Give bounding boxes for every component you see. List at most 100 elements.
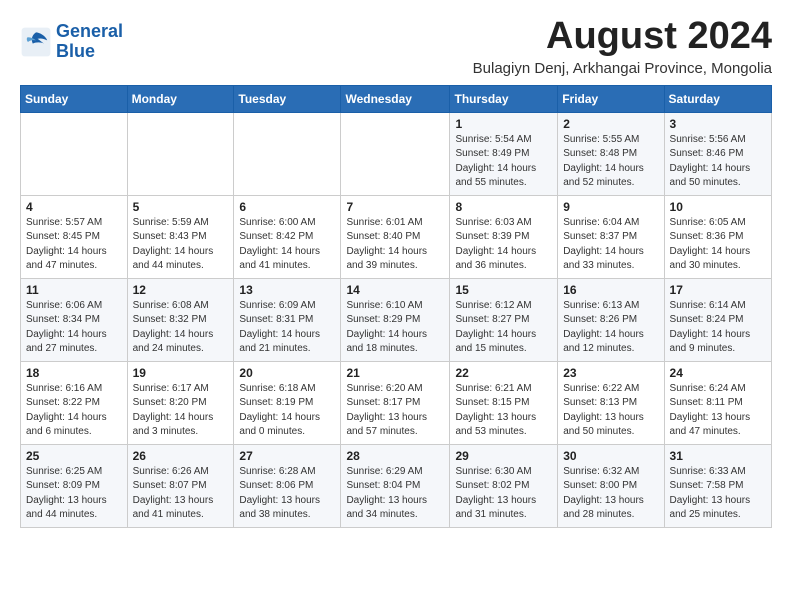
day-number: 25: [26, 449, 122, 463]
day-number: 1: [455, 117, 552, 131]
day-info: Sunrise: 6:30 AM Sunset: 8:02 PM Dayligh…: [455, 465, 552, 523]
day-info: Sunrise: 5:56 AM Sunset: 8:46 PM Dayligh…: [670, 133, 766, 191]
day-number: 6: [239, 200, 335, 214]
day-info: Sunrise: 5:55 AM Sunset: 8:48 PM Dayligh…: [563, 133, 658, 191]
calendar-cell: 14Sunrise: 6:10 AM Sunset: 8:29 PM Dayli…: [341, 278, 450, 361]
day-info: Sunrise: 5:59 AM Sunset: 8:43 PM Dayligh…: [133, 216, 229, 274]
day-number: 11: [26, 283, 122, 297]
calendar-cell: 19Sunrise: 6:17 AM Sunset: 8:20 PM Dayli…: [127, 361, 234, 444]
col-thursday: Thursday: [450, 85, 558, 112]
day-info: Sunrise: 6:16 AM Sunset: 8:22 PM Dayligh…: [26, 382, 122, 440]
week-row-4: 18 Sunrise: 6:16 AM Sunset: 8:22 PM Dayli…: [21, 361, 772, 444]
day-info: Sunrise: 6:26 AM Sunset: 8:07 PM Dayligh…: [133, 465, 229, 523]
week-row-1: 1Sunrise: 5:54 AM Sunset: 8:49 PM Daylig…: [21, 112, 772, 195]
day-number: 18: [26, 366, 122, 380]
logo-text-line2: Blue: [56, 42, 123, 62]
day-number: 28: [346, 449, 444, 463]
day-number: 24: [670, 366, 766, 380]
day-number: 3: [670, 117, 766, 131]
day-number: 8: [455, 200, 552, 214]
day-info: Sunrise: 6:24 AM Sunset: 8:11 PM Dayligh…: [670, 382, 766, 440]
day-number: 7: [346, 200, 444, 214]
day-number: 12: [133, 283, 229, 297]
day-number: 22: [455, 366, 552, 380]
calendar-table: Sunday Monday Tuesday Wednesday Thursday…: [20, 85, 772, 528]
day-number: 19: [133, 366, 229, 380]
calendar-cell: [234, 112, 341, 195]
col-saturday: Saturday: [664, 85, 771, 112]
day-number: 30: [563, 449, 658, 463]
day-number: 21: [346, 366, 444, 380]
day-info: Sunrise: 6:18 AM Sunset: 8:19 PM Dayligh…: [239, 382, 335, 440]
calendar-cell: 20 Sunrise: 6:18 AM Sunset: 8:19 PM Dayli…: [234, 361, 341, 444]
day-info: Sunrise: 6:04 AM Sunset: 8:37 PM Dayligh…: [563, 216, 658, 274]
day-number: 15: [455, 283, 552, 297]
day-number: 29: [455, 449, 552, 463]
day-info: Sunrise: 6:00 AM Sunset: 8:42 PM Dayligh…: [239, 216, 335, 274]
week-row-3: 11 Sunrise: 6:06 AM Sunset: 8:34 PM Dayli…: [21, 278, 772, 361]
day-info: Sunrise: 6:06 AM Sunset: 8:34 PM Dayligh…: [26, 299, 122, 357]
calendar-cell: 31 Sunrise: 6:33 AM Sunset: 7:58 PM Dayli…: [664, 444, 771, 527]
calendar-cell: 13Sunrise: 6:09 AM Sunset: 8:31 PM Dayli…: [234, 278, 341, 361]
day-info: Sunrise: 6:29 AM Sunset: 8:04 PM Dayligh…: [346, 465, 444, 523]
day-info: Sunrise: 6:13 AM Sunset: 8:26 PM Dayligh…: [563, 299, 658, 357]
calendar-cell: 25 Sunrise: 6:25 AM Sunset: 8:09 PM Dayli…: [21, 444, 128, 527]
title-block: August 2024 Bulagiyn Denj, Arkhangai Pro…: [473, 16, 772, 77]
calendar-cell: [341, 112, 450, 195]
location-subtitle: Bulagiyn Denj, Arkhangai Province, Mongo…: [473, 60, 772, 77]
day-info: Sunrise: 6:10 AM Sunset: 8:29 PM Dayligh…: [346, 299, 444, 357]
calendar-cell: 30 Sunrise: 6:32 AM Sunset: 8:00 PM Dayli…: [558, 444, 664, 527]
day-info: Sunrise: 5:57 AM Sunset: 8:45 PM Dayligh…: [26, 216, 122, 274]
calendar-cell: 26 Sunrise: 6:26 AM Sunset: 8:07 PM Dayli…: [127, 444, 234, 527]
calendar-cell: 12 Sunrise: 6:08 AM Sunset: 8:32 PM Dayli…: [127, 278, 234, 361]
day-info: Sunrise: 6:32 AM Sunset: 8:00 PM Dayligh…: [563, 465, 658, 523]
day-number: 31: [670, 449, 766, 463]
day-info: Sunrise: 6:28 AM Sunset: 8:06 PM Dayligh…: [239, 465, 335, 523]
calendar-cell: 28 Sunrise: 6:29 AM Sunset: 8:04 PM Dayli…: [341, 444, 450, 527]
calendar-cell: 17 Sunrise: 6:14 AM Sunset: 8:24 PM Dayli…: [664, 278, 771, 361]
generalblue-logo-icon: [20, 26, 52, 58]
calendar-cell: 5 Sunrise: 5:59 AM Sunset: 8:43 PM Daylig…: [127, 195, 234, 278]
day-info: Sunrise: 6:01 AM Sunset: 8:40 PM Dayligh…: [346, 216, 444, 274]
day-number: 5: [133, 200, 229, 214]
calendar-cell: 8 Sunrise: 6:03 AM Sunset: 8:39 PM Daylig…: [450, 195, 558, 278]
col-friday: Friday: [558, 85, 664, 112]
calendar-cell: 3 Sunrise: 5:56 AM Sunset: 8:46 PM Daylig…: [664, 112, 771, 195]
day-number: 17: [670, 283, 766, 297]
col-sunday: Sunday: [21, 85, 128, 112]
day-number: 4: [26, 200, 122, 214]
calendar-cell: 23 Sunrise: 6:22 AM Sunset: 8:13 PM Dayli…: [558, 361, 664, 444]
week-row-5: 25 Sunrise: 6:25 AM Sunset: 8:09 PM Dayli…: [21, 444, 772, 527]
calendar-cell: 6 Sunrise: 6:00 AM Sunset: 8:42 PM Daylig…: [234, 195, 341, 278]
week-row-2: 4 Sunrise: 5:57 AM Sunset: 8:45 PM Daylig…: [21, 195, 772, 278]
day-info: Sunrise: 6:25 AM Sunset: 8:09 PM Dayligh…: [26, 465, 122, 523]
day-number: 27: [239, 449, 335, 463]
day-info: Sunrise: 6:05 AM Sunset: 8:36 PM Dayligh…: [670, 216, 766, 274]
page-header: General Blue August 2024 Bulagiyn Denj, …: [20, 16, 772, 77]
day-info: Sunrise: 6:22 AM Sunset: 8:13 PM Dayligh…: [563, 382, 658, 440]
col-tuesday: Tuesday: [234, 85, 341, 112]
logo-text-line1: General: [56, 22, 123, 42]
calendar-cell: 7 Sunrise: 6:01 AM Sunset: 8:40 PM Daylig…: [341, 195, 450, 278]
day-number: 16: [563, 283, 658, 297]
calendar-cell: 11 Sunrise: 6:06 AM Sunset: 8:34 PM Dayli…: [21, 278, 128, 361]
calendar-header-row: Sunday Monday Tuesday Wednesday Thursday…: [21, 85, 772, 112]
calendar-cell: [127, 112, 234, 195]
calendar-cell: 16 Sunrise: 6:13 AM Sunset: 8:26 PM Dayli…: [558, 278, 664, 361]
day-number: 26: [133, 449, 229, 463]
day-number: 23: [563, 366, 658, 380]
calendar-cell: 10 Sunrise: 6:05 AM Sunset: 8:36 PM Dayli…: [664, 195, 771, 278]
day-info: Sunrise: 6:12 AM Sunset: 8:27 PM Dayligh…: [455, 299, 552, 357]
calendar-cell: 18 Sunrise: 6:16 AM Sunset: 8:22 PM Dayli…: [21, 361, 128, 444]
day-info: Sunrise: 6:08 AM Sunset: 8:32 PM Dayligh…: [133, 299, 229, 357]
day-number: 10: [670, 200, 766, 214]
day-info: Sunrise: 6:33 AM Sunset: 7:58 PM Dayligh…: [670, 465, 766, 523]
month-title: August 2024: [473, 16, 772, 58]
day-info: Sunrise: 6:03 AM Sunset: 8:39 PM Dayligh…: [455, 216, 552, 274]
day-number: 13: [239, 283, 335, 297]
calendar-cell: 4 Sunrise: 5:57 AM Sunset: 8:45 PM Daylig…: [21, 195, 128, 278]
day-info: Sunrise: 6:20 AM Sunset: 8:17 PM Dayligh…: [346, 382, 444, 440]
calendar-cell: [21, 112, 128, 195]
day-info: Sunrise: 6:14 AM Sunset: 8:24 PM Dayligh…: [670, 299, 766, 357]
day-number: 20: [239, 366, 335, 380]
